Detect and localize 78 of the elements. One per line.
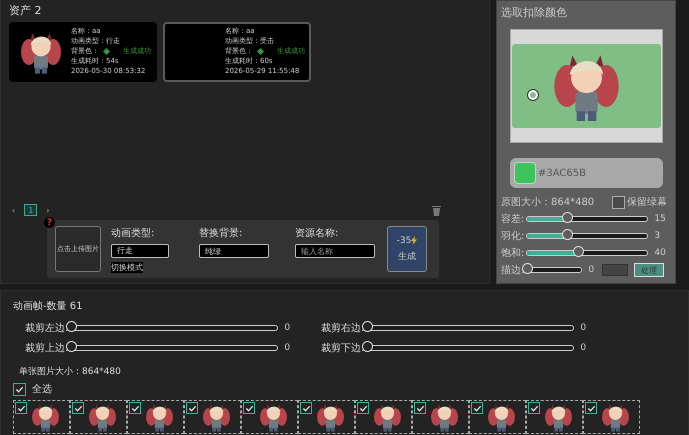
check-icon xyxy=(358,404,368,412)
field-label: 替换背景: xyxy=(199,226,244,240)
slider-label: 容差: xyxy=(501,212,524,226)
field-label: 资源名称: xyxy=(295,227,340,240)
crop-value: 0 xyxy=(284,323,290,333)
frame-checkbox[interactable] xyxy=(528,402,540,414)
check-icon xyxy=(416,404,424,412)
slider-label: 饱和: xyxy=(501,246,524,260)
animation-type-field[interactable]: 行走 xyxy=(111,244,169,258)
frame-thumbnail[interactable] xyxy=(526,400,583,434)
frame-checkbox[interactable] xyxy=(15,402,27,414)
check-icon xyxy=(16,404,26,412)
check-icon xyxy=(74,404,82,412)
slider-thumb[interactable] xyxy=(572,246,584,257)
size-text: 原图大小：864*480 xyxy=(501,196,594,209)
slider-thumb[interactable] xyxy=(562,229,573,240)
panel-title: 选取扣除颜色 xyxy=(501,5,568,20)
frame-thumbnail[interactable] xyxy=(13,400,70,434)
frame-thumbnail[interactable] xyxy=(127,400,184,434)
checkbox-label: 全选 xyxy=(32,382,52,396)
keep-screen-checkbox[interactable] xyxy=(612,196,625,208)
frame-size-text: 单张图片大小：864*480 xyxy=(19,366,122,378)
check-icon xyxy=(130,404,140,412)
crop-value: 0 xyxy=(580,323,586,333)
frame-thumbnail[interactable] xyxy=(70,400,127,434)
check-icon xyxy=(244,404,254,412)
select-all-checkbox[interactable] xyxy=(13,382,26,396)
slider-label: 羽化: xyxy=(501,230,524,243)
picker-cursor-icon[interactable] xyxy=(528,90,538,100)
crop-value: 0 xyxy=(284,343,290,353)
frame-thumbnail[interactable] xyxy=(355,400,412,434)
next-page-button[interactable]: › xyxy=(43,204,52,216)
slider-thumb[interactable] xyxy=(522,263,534,274)
frame-thumbnail[interactable] xyxy=(469,400,526,434)
frame-checkbox[interactable] xyxy=(129,402,141,414)
name-field[interactable]: 输入名称 xyxy=(295,244,375,258)
check-icon xyxy=(188,404,196,412)
slider-thumb[interactable] xyxy=(362,321,374,332)
frame-checkbox[interactable] xyxy=(300,402,312,414)
frame-thumbnail[interactable] xyxy=(184,400,241,434)
stroke-color-box[interactable] xyxy=(602,264,628,276)
frame-thumbnail[interactable] xyxy=(298,400,355,434)
slider-value: 0 xyxy=(588,265,594,275)
trash-icon[interactable] xyxy=(432,204,441,216)
generate-button[interactable]: -35 生成 xyxy=(387,226,427,272)
check-icon xyxy=(302,404,310,412)
slider-value: 3 xyxy=(654,231,660,241)
check-icon xyxy=(472,404,482,412)
frame-thumbnail[interactable] xyxy=(583,400,640,434)
frame-thumbnail[interactable] xyxy=(241,400,298,434)
frame-checkbox[interactable] xyxy=(243,402,255,414)
page-button[interactable]: 1 xyxy=(24,204,38,216)
frame-thumbnail[interactable] xyxy=(412,400,469,434)
lightning-icon xyxy=(411,236,418,245)
background-field[interactable]: 纯绿 xyxy=(199,244,269,258)
help-badge[interactable]: ? xyxy=(44,217,55,228)
switch-mode-link[interactable]: 切换模式 xyxy=(111,262,143,272)
frame-checkbox[interactable] xyxy=(186,402,198,414)
frames-title: 动画帧-数量 61 xyxy=(13,300,84,313)
frame-checkbox[interactable] xyxy=(414,402,426,414)
check-icon xyxy=(15,384,24,394)
slider-thumb[interactable] xyxy=(362,341,374,352)
crop-value: 0 xyxy=(580,343,586,353)
slider-thumb[interactable] xyxy=(66,321,78,332)
assets-title: 资产 2 xyxy=(9,3,42,18)
frame-checkbox[interactable] xyxy=(357,402,369,414)
frame-checkbox[interactable] xyxy=(72,402,84,414)
previous-page-button[interactable]: ‹ xyxy=(9,204,18,216)
checkbox-label: 保留绿幕 xyxy=(627,196,667,209)
frame-checkbox[interactable] xyxy=(585,402,597,414)
slider-thumb[interactable] xyxy=(562,212,573,223)
check-icon xyxy=(586,404,596,412)
frame-checkbox[interactable] xyxy=(471,402,483,414)
field-label: 动画类型: xyxy=(111,226,156,240)
check-icon xyxy=(530,404,538,412)
slider-thumb[interactable] xyxy=(66,341,78,352)
slider-value: 15 xyxy=(654,214,666,224)
slider-value: 40 xyxy=(654,248,666,258)
